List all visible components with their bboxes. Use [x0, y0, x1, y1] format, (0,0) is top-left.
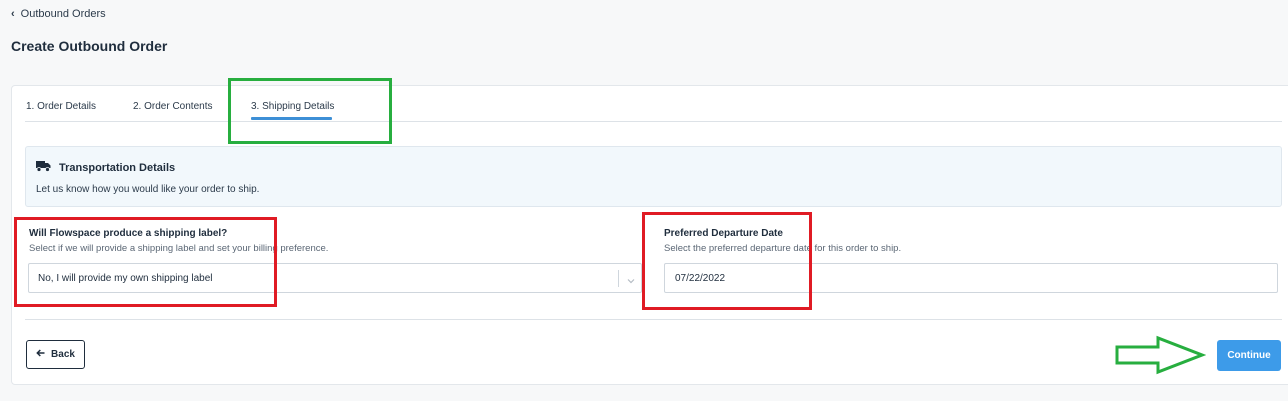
tab-order-details[interactable]: 1. Order Details [26, 101, 96, 112]
transportation-details-panel: Transportation Details Let us know how y… [25, 146, 1282, 207]
departure-date-label: Preferred Departure Date [664, 228, 783, 239]
step-tabs: 1. Order Details 2. Order Contents 3. Sh… [25, 92, 1282, 122]
chevron-left-icon: ‹ [11, 8, 15, 20]
tab-order-contents[interactable]: 2. Order Contents [133, 101, 212, 112]
active-tab-indicator [251, 117, 332, 120]
back-button-label: Back [51, 349, 75, 360]
continue-button-label: Continue [1227, 350, 1271, 361]
continue-button[interactable]: Continue [1217, 340, 1281, 371]
shipping-label-select[interactable]: No, I will provide my own shipping label [28, 263, 642, 293]
breadcrumb[interactable]: ‹ Outbound Orders [11, 8, 106, 20]
chevron-down-icon [626, 273, 636, 291]
select-separator [618, 270, 619, 287]
breadcrumb-label: Outbound Orders [20, 8, 106, 20]
back-button[interactable]: Back [26, 340, 85, 369]
arrow-left-icon [36, 349, 45, 360]
page-title: Create Outbound Order [11, 38, 168, 54]
shipping-label-question: Will Flowspace produce a shipping label? [29, 228, 228, 239]
departure-date-value: 07/22/2022 [675, 273, 726, 284]
transportation-title: Transportation Details [59, 162, 176, 174]
tab-shipping-details[interactable]: 3. Shipping Details [251, 101, 334, 112]
footer-divider [25, 319, 1282, 320]
truck-icon [36, 161, 51, 175]
transportation-subtitle: Let us know how you would like your orde… [36, 184, 260, 195]
shipping-label-help: Select if we will provide a shipping lab… [29, 243, 329, 254]
departure-date-input[interactable]: 07/22/2022 [664, 263, 1278, 293]
shipping-label-selected-value: No, I will provide my own shipping label [38, 273, 213, 284]
departure-date-help: Select the preferred departure date for … [664, 243, 902, 254]
